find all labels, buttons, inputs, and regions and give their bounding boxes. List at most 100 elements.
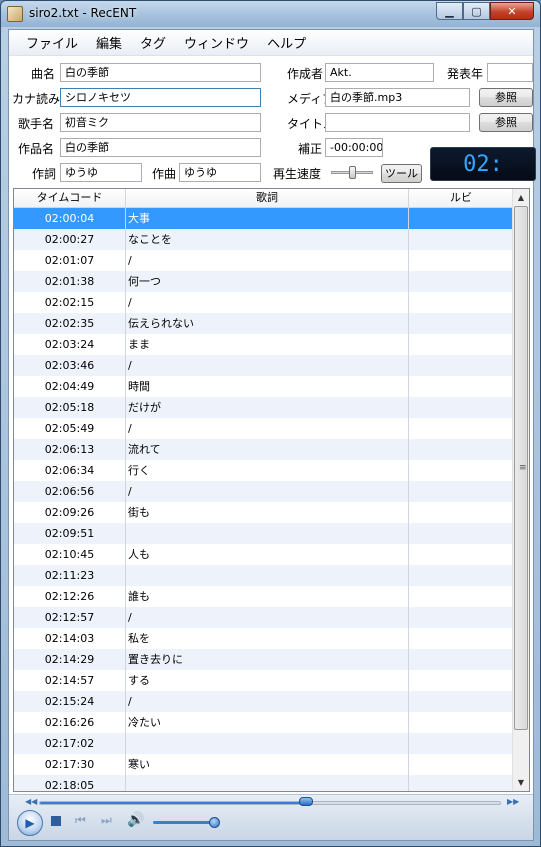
table-row[interactable]: 02:17:02	[14, 733, 513, 754]
scroll-thumb[interactable]: ≡	[514, 206, 528, 730]
lyric-cell[interactable]: /	[126, 481, 409, 502]
timecode-cell[interactable]: 02:15:24	[14, 691, 126, 712]
work-field[interactable]: 白の季節	[60, 138, 261, 157]
timecode-cell[interactable]: 02:05:49	[14, 418, 126, 439]
close-button[interactable]: ✕	[490, 2, 534, 20]
ruby-cell[interactable]	[409, 397, 513, 418]
ruby-cell[interactable]	[409, 355, 513, 376]
timecode-cell[interactable]: 02:14:29	[14, 649, 126, 670]
ruby-cell[interactable]	[409, 754, 513, 775]
lyric-cell[interactable]: 何一つ	[126, 271, 409, 292]
media-browse-button[interactable]: 参照	[479, 88, 533, 107]
table-row[interactable]: 02:16:26 冷たい	[14, 712, 513, 733]
forward-end-icon[interactable]: ▶▶	[507, 797, 519, 806]
media-field[interactable]: 白の季節.mp3	[325, 88, 470, 107]
timecode-cell[interactable]: 02:10:45	[14, 544, 126, 565]
rewind-end-icon[interactable]: ◀◀	[25, 797, 37, 806]
ruby-cell[interactable]	[409, 628, 513, 649]
lyric-cell[interactable]: /	[126, 292, 409, 313]
menu-edit[interactable]: 編集	[87, 33, 131, 52]
table-row[interactable]: 02:04:49 時間	[14, 376, 513, 397]
scroll-up-icon[interactable]: ▲	[513, 189, 529, 206]
ruby-cell[interactable]	[409, 376, 513, 397]
ruby-cell[interactable]	[409, 691, 513, 712]
timecode-cell[interactable]: 02:14:57	[14, 670, 126, 691]
timecode-cell[interactable]: 02:17:30	[14, 754, 126, 775]
lyric-cell[interactable]	[126, 733, 409, 754]
next-icon[interactable]: ⏭	[101, 813, 112, 828]
lyric-cell[interactable]: 伝えられない	[126, 313, 409, 334]
lyric-cell[interactable]: /	[126, 355, 409, 376]
timecode-cell[interactable]: 02:12:57	[14, 607, 126, 628]
table-row[interactable]: 02:15:24/	[14, 691, 513, 712]
timecode-cell[interactable]: 02:16:26	[14, 712, 126, 733]
volume-thumb[interactable]	[209, 817, 220, 828]
title-browse-button[interactable]: 参照	[479, 113, 533, 132]
timecode-cell[interactable]: 02:01:38	[14, 271, 126, 292]
seek-bar[interactable]	[39, 801, 501, 805]
title-field[interactable]	[325, 113, 470, 132]
table-row[interactable]: 02:12:26 誰も	[14, 586, 513, 607]
table-row[interactable]: 02:05:18 だけが	[14, 397, 513, 418]
timecode-cell[interactable]: 02:09:51	[14, 523, 126, 544]
ruby-cell[interactable]	[409, 733, 513, 754]
table-row[interactable]: 02:01:38 何一つ	[14, 271, 513, 292]
lyric-cell[interactable]: 人も	[126, 544, 409, 565]
timecode-cell[interactable]: 02:06:34	[14, 460, 126, 481]
lyric-cell[interactable]: /	[126, 418, 409, 439]
volume-slider[interactable]	[153, 821, 215, 824]
stop-icon[interactable]	[51, 816, 61, 826]
menu-tag[interactable]: タグ	[131, 33, 175, 52]
table-row[interactable]: 02:14:03 私を	[14, 628, 513, 649]
table-row[interactable]: 02:02:35 伝えられない	[14, 313, 513, 334]
lyric-cell[interactable]: 私を	[126, 628, 409, 649]
timecode-cell[interactable]: 02:04:49	[14, 376, 126, 397]
timecode-cell[interactable]: 02:01:07	[14, 250, 126, 271]
table-row[interactable]: 02:00:04 大事	[14, 208, 513, 229]
scroll-down-icon[interactable]: ▼	[513, 774, 529, 791]
lyric-cell[interactable]: 時間	[126, 376, 409, 397]
timecode-cell[interactable]: 02:18:05	[14, 775, 126, 791]
timecode-cell[interactable]: 02:17:02	[14, 733, 126, 754]
column-lyrics[interactable]: 歌詞	[126, 189, 409, 207]
ruby-cell[interactable]	[409, 439, 513, 460]
column-timecode[interactable]: タイムコード	[14, 189, 126, 207]
ruby-cell[interactable]	[409, 670, 513, 691]
ruby-cell[interactable]	[409, 544, 513, 565]
ruby-cell[interactable]	[409, 460, 513, 481]
menu-help[interactable]: ヘルプ	[258, 33, 315, 52]
lyric-cell[interactable]: する	[126, 670, 409, 691]
composer-field[interactable]: ゆうゆ	[179, 163, 261, 182]
vertical-scrollbar[interactable]: ▲ ≡ ▼	[512, 189, 529, 791]
timecode-cell[interactable]: 02:00:04	[14, 208, 126, 229]
timecode-cell[interactable]: 02:03:24	[14, 334, 126, 355]
minimize-button[interactable]: ▁	[436, 2, 463, 20]
ruby-cell[interactable]	[409, 607, 513, 628]
ruby-cell[interactable]	[409, 418, 513, 439]
timecode-cell[interactable]: 02:14:03	[14, 628, 126, 649]
lyric-cell[interactable]: まま	[126, 334, 409, 355]
table-row[interactable]: 02:11:23	[14, 565, 513, 586]
ruby-cell[interactable]	[409, 775, 513, 791]
ruby-cell[interactable]	[409, 523, 513, 544]
lyric-cell[interactable]: 寒い	[126, 754, 409, 775]
timecode-cell[interactable]: 02:09:26	[14, 502, 126, 523]
lyric-cell[interactable]: /	[126, 691, 409, 712]
tool-button[interactable]: ツール	[381, 164, 422, 183]
table-row[interactable]: 02:14:29 置き去りに	[14, 649, 513, 670]
lyric-cell[interactable]: 冷たい	[126, 712, 409, 733]
menu-window[interactable]: ウィンドウ	[175, 33, 258, 52]
ruby-cell[interactable]	[409, 649, 513, 670]
timecode-cell[interactable]: 02:02:15	[14, 292, 126, 313]
table-row[interactable]: 02:12:57/	[14, 607, 513, 628]
volume-icon[interactable]: 🔊	[127, 812, 144, 828]
table-row[interactable]: 02:18:05	[14, 775, 513, 791]
menu-file[interactable]: ファイル	[17, 33, 87, 52]
title-bar[interactable]: siro2.txt - RecENT ▁ ▢ ✕	[1, 1, 540, 27]
ruby-cell[interactable]	[409, 586, 513, 607]
lyric-cell[interactable]	[126, 565, 409, 586]
timecode-cell[interactable]: 02:00:27	[14, 229, 126, 250]
table-row[interactable]: 02:05:49/	[14, 418, 513, 439]
lyric-cell[interactable]: /	[126, 607, 409, 628]
table-row[interactable]: 02:06:56/	[14, 481, 513, 502]
